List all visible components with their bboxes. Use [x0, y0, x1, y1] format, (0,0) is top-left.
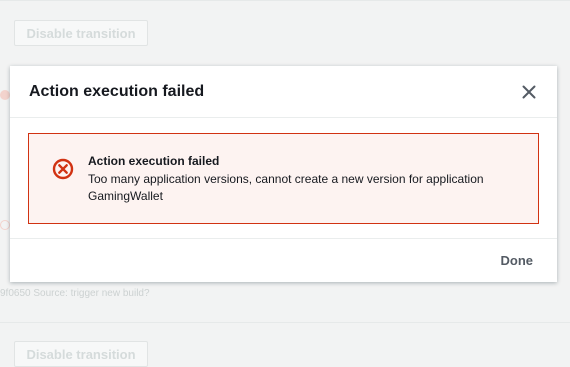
close-button[interactable]	[519, 82, 539, 102]
divider	[0, 0, 570, 1]
error-alert: Action execution failed Too many applica…	[28, 133, 539, 224]
modal-header: Action execution failed	[10, 66, 557, 118]
modal-footer: Done	[10, 238, 557, 282]
disable-transition-button[interactable]: Disable transition	[14, 341, 148, 367]
status-dot	[0, 220, 10, 230]
done-button[interactable]: Done	[493, 249, 542, 272]
error-modal: Action execution failed Action execution…	[10, 66, 557, 282]
error-circle-x-icon	[52, 158, 74, 180]
close-icon	[522, 85, 536, 99]
history-line: 9f0650 Source: trigger new build?	[0, 288, 150, 299]
alert-message: Too many application versions, cannot cr…	[88, 172, 484, 203]
status-dot	[0, 90, 10, 100]
divider	[0, 322, 570, 323]
disable-transition-button[interactable]: Disable transition	[14, 20, 148, 46]
alert-title: Action execution failed	[88, 154, 220, 168]
modal-title: Action execution failed	[29, 83, 205, 100]
